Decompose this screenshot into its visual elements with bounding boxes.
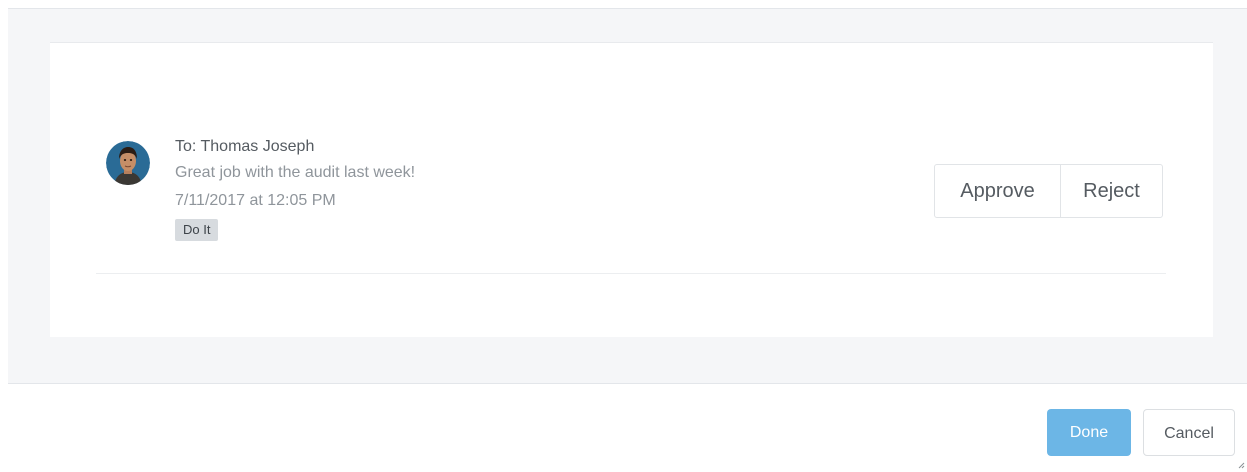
- notification-item: To: Thomas Joseph Great job with the aud…: [96, 131, 1166, 274]
- dialog-body: To: Thomas Joseph Great job with the aud…: [8, 9, 1247, 384]
- user-avatar-photo: [106, 141, 150, 185]
- approval-actions: Approve Reject: [934, 164, 1163, 218]
- reject-button[interactable]: Reject: [1061, 165, 1162, 217]
- resize-grip-icon[interactable]: [1238, 462, 1245, 469]
- notification-message: Great job with the audit last week!: [175, 164, 416, 181]
- notification-timestamp: 7/11/2017 at 12:05 PM: [175, 192, 336, 209]
- cancel-button[interactable]: Cancel: [1143, 409, 1235, 456]
- recipient-label: To: Thomas Joseph: [175, 138, 315, 155]
- status-badge: Do It: [175, 219, 219, 241]
- approve-button[interactable]: Approve: [935, 165, 1061, 217]
- dialog: To: Thomas Joseph Great job with the aud…: [0, 0, 1247, 472]
- done-button[interactable]: Done: [1047, 409, 1131, 456]
- notification-content: To: Thomas Joseph Great job with the aud…: [175, 135, 415, 241]
- notification-card: To: Thomas Joseph Great job with the aud…: [50, 42, 1213, 337]
- avatar: [106, 141, 150, 185]
